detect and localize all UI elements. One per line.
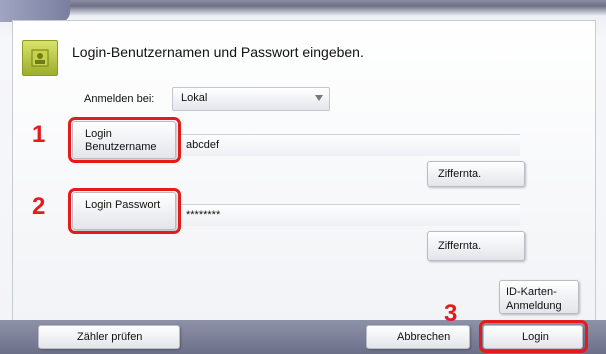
counter-check-button[interactable]: Zähler prüfen <box>38 325 180 349</box>
callout-number-1: 1 <box>32 121 46 148</box>
password-field[interactable]: ******** <box>180 204 520 226</box>
dialog-title: Login-Benutzernamen und Passwort eingebe… <box>72 44 364 60</box>
login-at-value: Lokal <box>181 92 208 104</box>
callout-number-3: 3 <box>444 300 458 327</box>
password-keypad-label: Ziffernta. <box>438 240 482 252</box>
highlight-login <box>479 320 588 353</box>
id-card-login-label: ID-Karten-Anmeldung <box>506 286 562 312</box>
counter-check-label: Zähler prüfen <box>77 331 143 343</box>
highlight-password <box>68 188 181 234</box>
username-field[interactable]: abcdef <box>180 134 520 156</box>
login-at-select[interactable]: Lokal <box>172 87 330 111</box>
password-keypad-button[interactable]: Ziffernta. <box>427 231 525 261</box>
top-corner-decoration <box>0 0 70 22</box>
username-keypad-button[interactable]: Ziffernta. <box>427 161 525 187</box>
username-value: abcdef <box>186 139 220 151</box>
cancel-label: Abbrechen <box>397 331 451 343</box>
login-at-label: Anmelden bei: <box>84 93 155 105</box>
callout-number-2: 2 <box>32 193 46 220</box>
id-card-login-button[interactable]: ID-Karten-Anmeldung <box>499 280 579 314</box>
cancel-button[interactable]: Abbrechen <box>366 325 470 349</box>
password-value: ******** <box>186 209 221 221</box>
username-keypad-label: Ziffernta. <box>438 168 482 180</box>
user-key-icon <box>31 49 49 67</box>
highlight-username <box>68 117 181 163</box>
login-icon <box>22 40 58 76</box>
chevron-down-icon <box>315 95 323 101</box>
